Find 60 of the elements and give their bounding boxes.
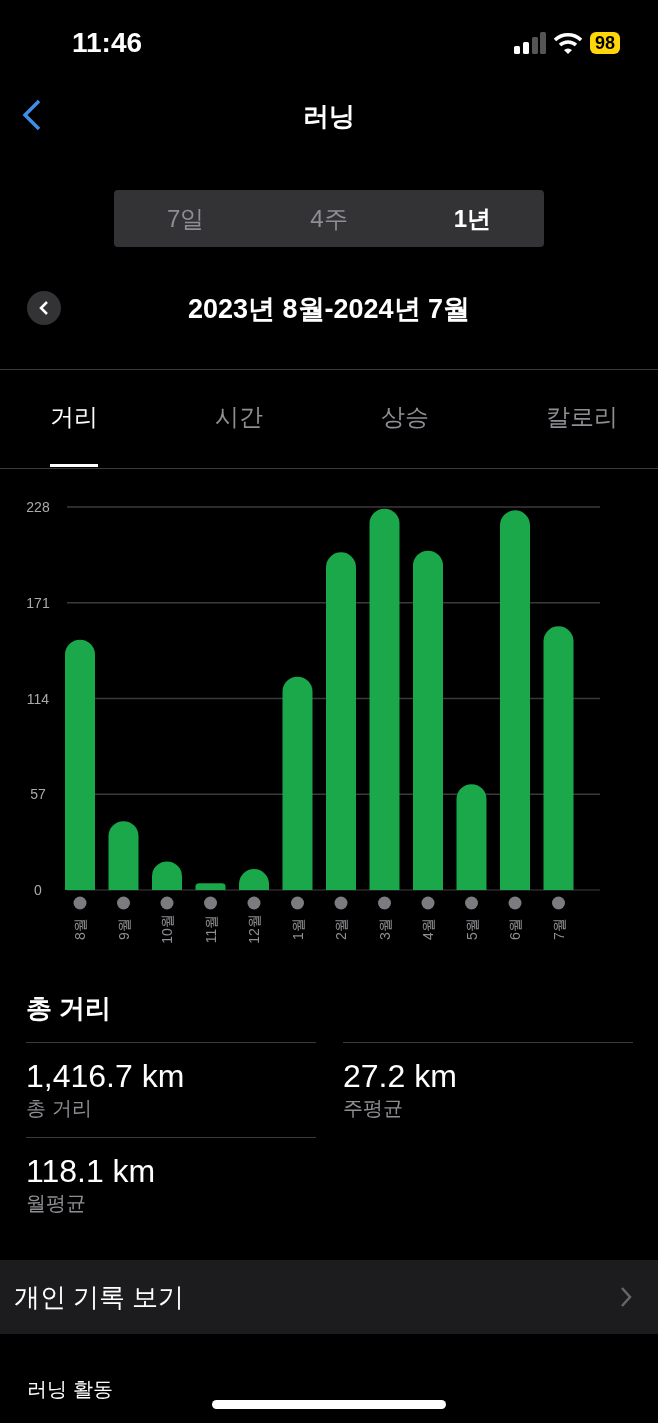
axis-label: 1월 <box>289 918 306 940</box>
period-option[interactable]: 7일 <box>114 190 258 247</box>
stat-value: 118.1 km <box>26 1152 157 1190</box>
axis-label: 10월 <box>159 914 175 944</box>
marker-dot <box>291 896 304 910</box>
marker-dot <box>160 896 174 910</box>
section-title: 총 거리 <box>26 992 113 1025</box>
signal-icon <box>513 31 546 54</box>
axis-label: 3월 <box>376 918 393 940</box>
axis-label: 11월 <box>202 914 219 944</box>
bar <box>108 821 139 890</box>
chevron-left-icon <box>39 301 49 315</box>
chevron-icon <box>620 1286 632 1308</box>
stat-label: 주평균 <box>343 1096 404 1121</box>
page-title: 러닝 <box>303 99 355 133</box>
date-range: 2023년 8월-2024년 7월 <box>187 293 471 326</box>
bar <box>152 861 182 890</box>
bar <box>195 883 226 890</box>
axis-label: 0 <box>34 882 42 898</box>
stat-value: 27.2 km <box>343 1057 458 1095</box>
wifi-icon <box>553 31 582 54</box>
axis-label: 5월 <box>463 918 480 940</box>
bar <box>239 869 269 890</box>
metric-tab[interactable]: 상승 <box>380 370 429 467</box>
metric-tab[interactable]: 거리 <box>50 370 98 467</box>
axis-label: 171 <box>26 594 50 611</box>
back-icon[interactable] <box>22 99 42 131</box>
axis-label: 114 <box>26 690 50 707</box>
previous-button[interactable] <box>27 291 61 325</box>
marker-dot <box>465 896 478 910</box>
axis-label: 6월 <box>507 918 523 940</box>
period-option[interactable]: 1년 <box>400 190 544 247</box>
status-time: 11:46 <box>72 25 143 60</box>
axis-label: 4월 <box>420 918 436 940</box>
marker-dot <box>247 896 261 910</box>
list-row[interactable]: 개인 기록 보기 <box>0 1260 658 1334</box>
metric-tab[interactable]: 시간 <box>215 370 264 467</box>
marker-dot <box>334 896 348 910</box>
metric-tab[interactable]: 칼로리 <box>546 370 618 467</box>
axis-label: 7월 <box>550 918 567 940</box>
axis-label: 57 <box>30 786 46 803</box>
marker-dot <box>117 896 130 910</box>
marker-dot <box>204 896 217 910</box>
stat-label: 월평균 <box>26 1191 87 1216</box>
section-title: 러닝 활동 <box>27 1377 114 1402</box>
marker-dot <box>378 896 391 910</box>
axis-label: 8월 <box>72 918 88 940</box>
stat-value: 1,416.7 km <box>26 1057 186 1095</box>
period-option[interactable]: 4주 <box>257 190 401 247</box>
axis-label: 228 <box>26 499 50 515</box>
row-label: 개인 기록 보기 <box>14 1280 185 1314</box>
axis-label: 12월 <box>246 914 262 944</box>
axis-label: 2월 <box>333 918 349 940</box>
battery-indicator: 98 <box>589 31 620 54</box>
axis-label: 9월 <box>115 918 132 940</box>
marker-dot <box>421 896 435 910</box>
marker-dot <box>508 896 522 910</box>
stat-label: 총 거리 <box>26 1096 93 1121</box>
marker-dot <box>552 896 565 910</box>
marker-dot <box>73 896 87 910</box>
